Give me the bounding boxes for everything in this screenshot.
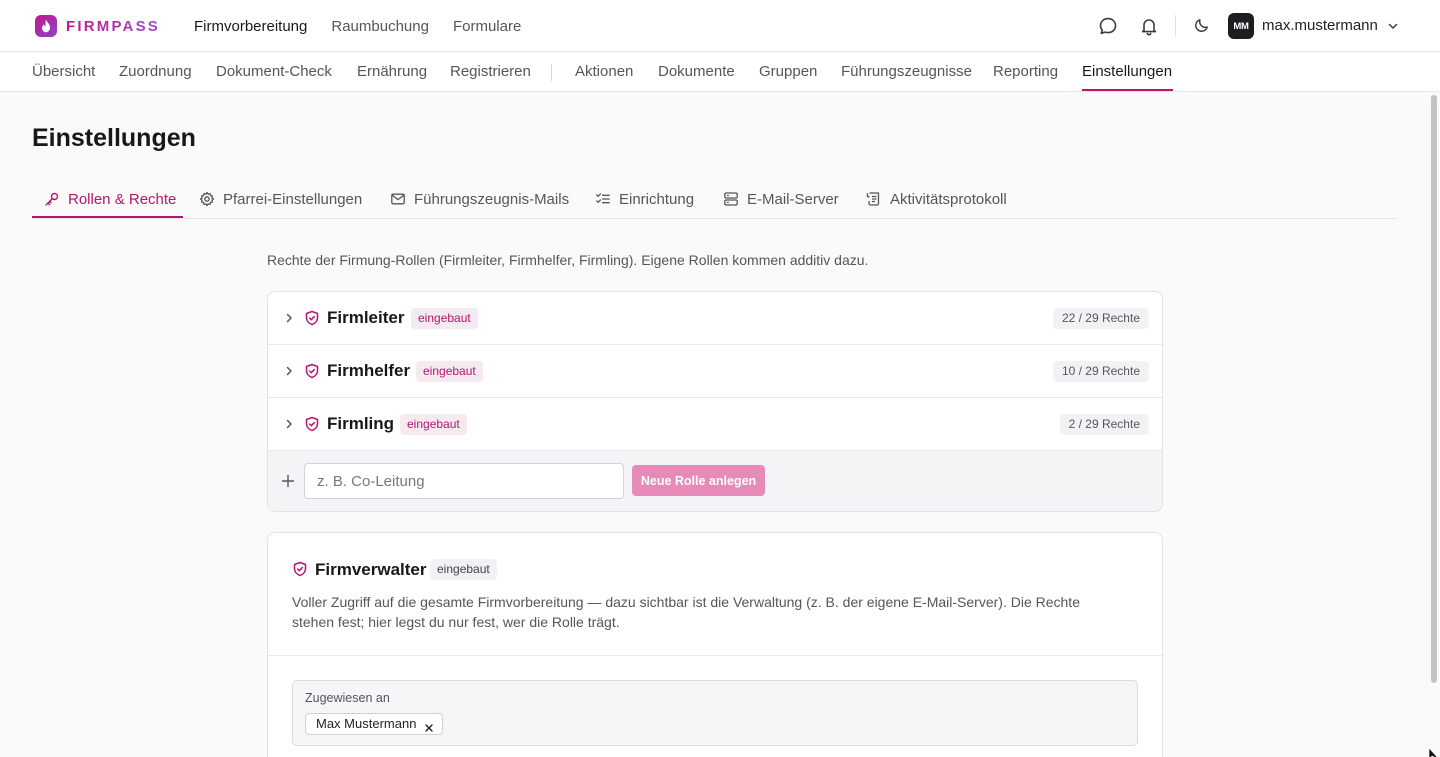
chevron-down-icon[interactable] — [1386, 19, 1400, 33]
rights-count-badge: 22 / 29 Rechte — [1052, 308, 1149, 329]
main-nav: Firmvorbereitung Raumbuchung Formulare — [194, 0, 545, 52]
role-row-firmleiter[interactable]: Firmleiter eingebaut 22 / 29 Rechte — [268, 292, 1162, 345]
assigned-label: Zugewiesen an — [305, 691, 390, 705]
main-nav-raumbuchung[interactable]: Raumbuchung — [331, 18, 429, 35]
close-icon[interactable] — [424, 719, 434, 732]
shield-check-icon — [304, 416, 320, 432]
tab-label: Aktivitätsprotokoll — [890, 190, 1007, 208]
card-divider — [268, 655, 1162, 656]
assigned-user-chip: Max Mustermann — [305, 713, 444, 735]
roles-intro-text: Rechte der Firmung-Rollen (Firmleiter, F… — [267, 252, 869, 268]
subnav-einstellungen[interactable]: Einstellungen — [1082, 63, 1172, 80]
new-role-row: Neue Rolle anlegen — [268, 451, 1162, 511]
shield-check-icon — [304, 363, 320, 379]
builtin-badge: eingebaut — [430, 559, 497, 580]
builtin-badge: eingebaut — [400, 414, 467, 435]
tab-label: E-Mail-Server — [747, 190, 839, 208]
tab-aktivitaetsprotokoll[interactable]: Aktivitätsprotokoll — [866, 189, 1007, 209]
subnav-fuehrungszeugnisse[interactable]: Führungszeugnisse — [841, 63, 972, 80]
tab-fuehrungszeugnis-mails[interactable]: Führungszeugnis-Mails — [390, 189, 569, 209]
mail-icon — [391, 193, 405, 205]
role-name: Firmhelfer — [327, 361, 411, 380]
settings-tabs: Rollen & Rechte Pfarrei-Einstellungen Fü… — [32, 180, 1397, 219]
page-scrollbar[interactable] — [1431, 95, 1437, 683]
chat-bubble-icon[interactable] — [1098, 16, 1118, 36]
tab-rollen-rechte[interactable]: Rollen & Rechte — [44, 189, 176, 209]
checklist-icon — [596, 193, 610, 204]
tab-active-indicator — [32, 216, 183, 218]
rights-count-badge: 2 / 29 Rechte — [1059, 414, 1149, 435]
brand-name: FIRMPASS — [66, 17, 160, 35]
subnav-active-indicator — [1082, 89, 1173, 91]
new-role-name-input[interactable] — [304, 463, 624, 499]
builtin-badge: eingebaut — [411, 308, 478, 329]
header-divider — [1175, 15, 1176, 37]
builtin-badge: eingebaut — [416, 361, 483, 382]
admin-role-description: Voller Zugriff auf die gesamte Firmvorbe… — [292, 594, 1080, 630]
avatar[interactable]: MM — [1228, 13, 1254, 39]
subnav-ernaehrung[interactable]: Ernährung — [357, 63, 427, 80]
role-name: Firmling — [327, 414, 395, 433]
brand-logo[interactable]: FIRMPASS — [35, 14, 160, 38]
firmverwalter-card: Firmverwalter eingebaut Voller Zugriff a… — [267, 532, 1163, 757]
moon-icon[interactable] — [1193, 16, 1213, 36]
plus-icon — [280, 473, 296, 489]
subnav-reporting[interactable]: Reporting — [993, 63, 1058, 80]
bell-icon[interactable] — [1139, 16, 1159, 36]
tab-einrichtung[interactable]: Einrichtung — [595, 189, 694, 209]
subnav-divider — [551, 64, 552, 81]
main-nav-formulare[interactable]: Formulare — [453, 18, 521, 35]
assigned-users-field[interactable]: Zugewiesen an Max Mustermann — [292, 680, 1138, 746]
tab-label: Führungszeugnis-Mails — [414, 190, 570, 208]
rights-count-badge: 10 / 29 Rechte — [1052, 361, 1149, 382]
role-name: Firmleiter — [327, 308, 405, 327]
tab-e-mail-server[interactable]: E-Mail-Server — [723, 189, 839, 209]
server-icon — [724, 192, 738, 206]
username[interactable]: max.mustermann — [1262, 17, 1378, 34]
chevron-right-icon[interactable] — [282, 364, 296, 378]
admin-role-title: Firmverwalter — [315, 560, 427, 579]
subnav-gruppen[interactable]: Gruppen — [759, 63, 817, 80]
subnav-zuordnung[interactable]: Zuordnung — [119, 63, 192, 80]
log-icon — [866, 192, 880, 206]
flame-icon — [35, 15, 57, 37]
top-header: FIRMPASS Firmvorbereitung Raumbuchung Fo… — [0, 0, 1440, 52]
subnav-dokumente[interactable]: Dokumente — [658, 63, 735, 80]
gear-icon — [199, 191, 215, 207]
mouse-cursor-icon — [1428, 746, 1440, 757]
subnav-dokument-check[interactable]: Dokument-Check — [216, 63, 332, 80]
subnav-registrieren[interactable]: Registrieren — [450, 63, 531, 80]
subnav-aktionen[interactable]: Aktionen — [575, 63, 633, 80]
chip-label: Max Mustermann — [316, 716, 417, 731]
chevron-right-icon[interactable] — [282, 311, 296, 325]
tab-label: Einrichtung — [619, 190, 695, 208]
page-title: Einstellungen — [32, 124, 196, 152]
sub-nav: Übersicht Zuordnung Dokument-Check Ernäh… — [0, 52, 1440, 92]
roles-card: Firmleiter eingebaut 22 / 29 Rechte Firm… — [267, 291, 1163, 512]
shield-check-icon — [304, 310, 320, 326]
tab-label: Pfarrei-Einstellungen — [223, 190, 363, 208]
tab-label: Rollen & Rechte — [68, 190, 177, 208]
key-icon — [45, 192, 59, 206]
chevron-right-icon[interactable] — [282, 417, 296, 431]
shield-check-icon — [292, 561, 308, 577]
subnav-uebersicht[interactable]: Übersicht — [32, 63, 95, 80]
role-row-firmhelfer[interactable]: Firmhelfer eingebaut 10 / 29 Rechte — [268, 345, 1162, 398]
create-role-button[interactable]: Neue Rolle anlegen — [632, 465, 765, 496]
tab-pfarrei-einstellungen[interactable]: Pfarrei-Einstellungen — [199, 189, 362, 209]
role-row-firmling[interactable]: Firmling eingebaut 2 / 29 Rechte — [268, 398, 1162, 451]
main-nav-firmvorbereitung[interactable]: Firmvorbereitung — [194, 18, 307, 35]
